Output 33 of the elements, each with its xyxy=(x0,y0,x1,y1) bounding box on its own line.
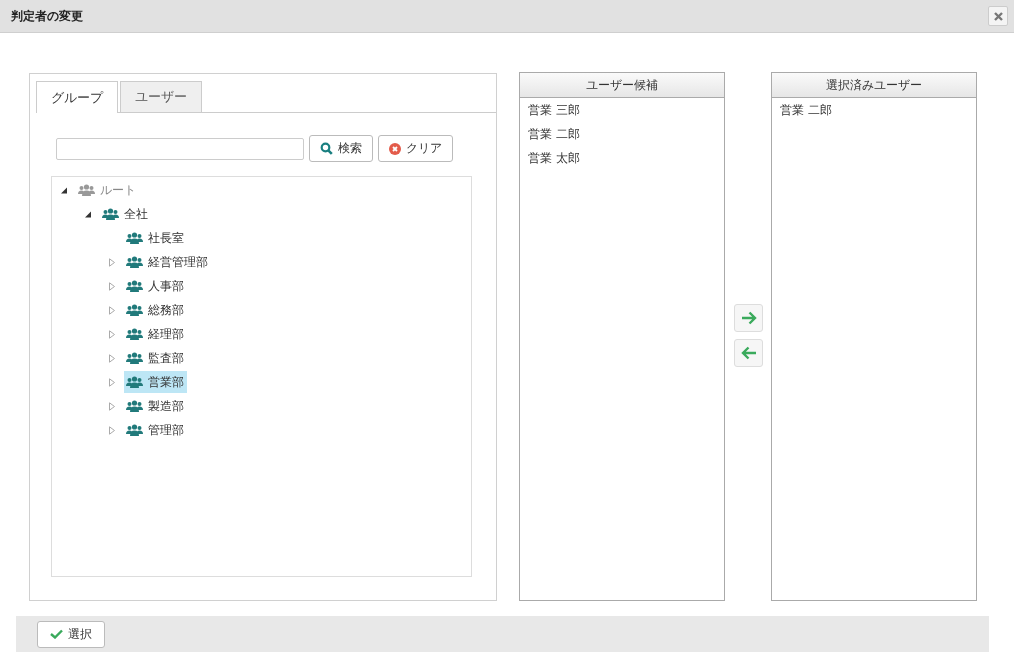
close-icon xyxy=(993,11,1003,21)
people-group-icon xyxy=(126,256,143,268)
clear-button[interactable]: クリア xyxy=(378,135,453,162)
search-field[interactable] xyxy=(56,137,304,160)
add-button[interactable] xyxy=(734,304,763,332)
search-button[interactable]: 検索 xyxy=(309,135,373,162)
window-title: 判定者の変更 xyxy=(11,7,83,25)
people-group-icon xyxy=(126,352,143,364)
people-group-icon xyxy=(102,208,119,220)
people-group-icon xyxy=(126,328,143,340)
people-group-icon xyxy=(78,184,95,196)
list-header: 選択済みユーザー xyxy=(772,73,976,98)
select-button[interactable]: 選択 xyxy=(37,620,105,648)
right-arrow-icon xyxy=(740,311,757,325)
list-item[interactable]: 営業 二郎 xyxy=(520,122,724,146)
people-group-icon xyxy=(126,304,143,316)
clear-icon xyxy=(389,142,401,155)
people-group-icon xyxy=(126,232,143,244)
search-icon xyxy=(320,142,333,155)
list-header: ユーザー候補 xyxy=(520,73,724,98)
list-item[interactable]: 営業 太郎 xyxy=(520,146,724,170)
tab[interactable]: グループ xyxy=(36,81,118,113)
people-group-icon xyxy=(126,376,143,388)
close-button[interactable] xyxy=(988,6,1008,26)
people-group-icon xyxy=(126,400,143,412)
list-item[interactable]: 営業 三郎 xyxy=(520,98,724,122)
tab[interactable]: ユーザー xyxy=(120,81,202,112)
left-arrow-icon xyxy=(740,346,757,360)
people-group-icon xyxy=(126,424,143,436)
list-item[interactable]: 営業 二郎 xyxy=(772,98,976,122)
check-icon xyxy=(50,629,63,639)
remove-button[interactable] xyxy=(734,339,763,367)
people-group-icon xyxy=(126,280,143,292)
